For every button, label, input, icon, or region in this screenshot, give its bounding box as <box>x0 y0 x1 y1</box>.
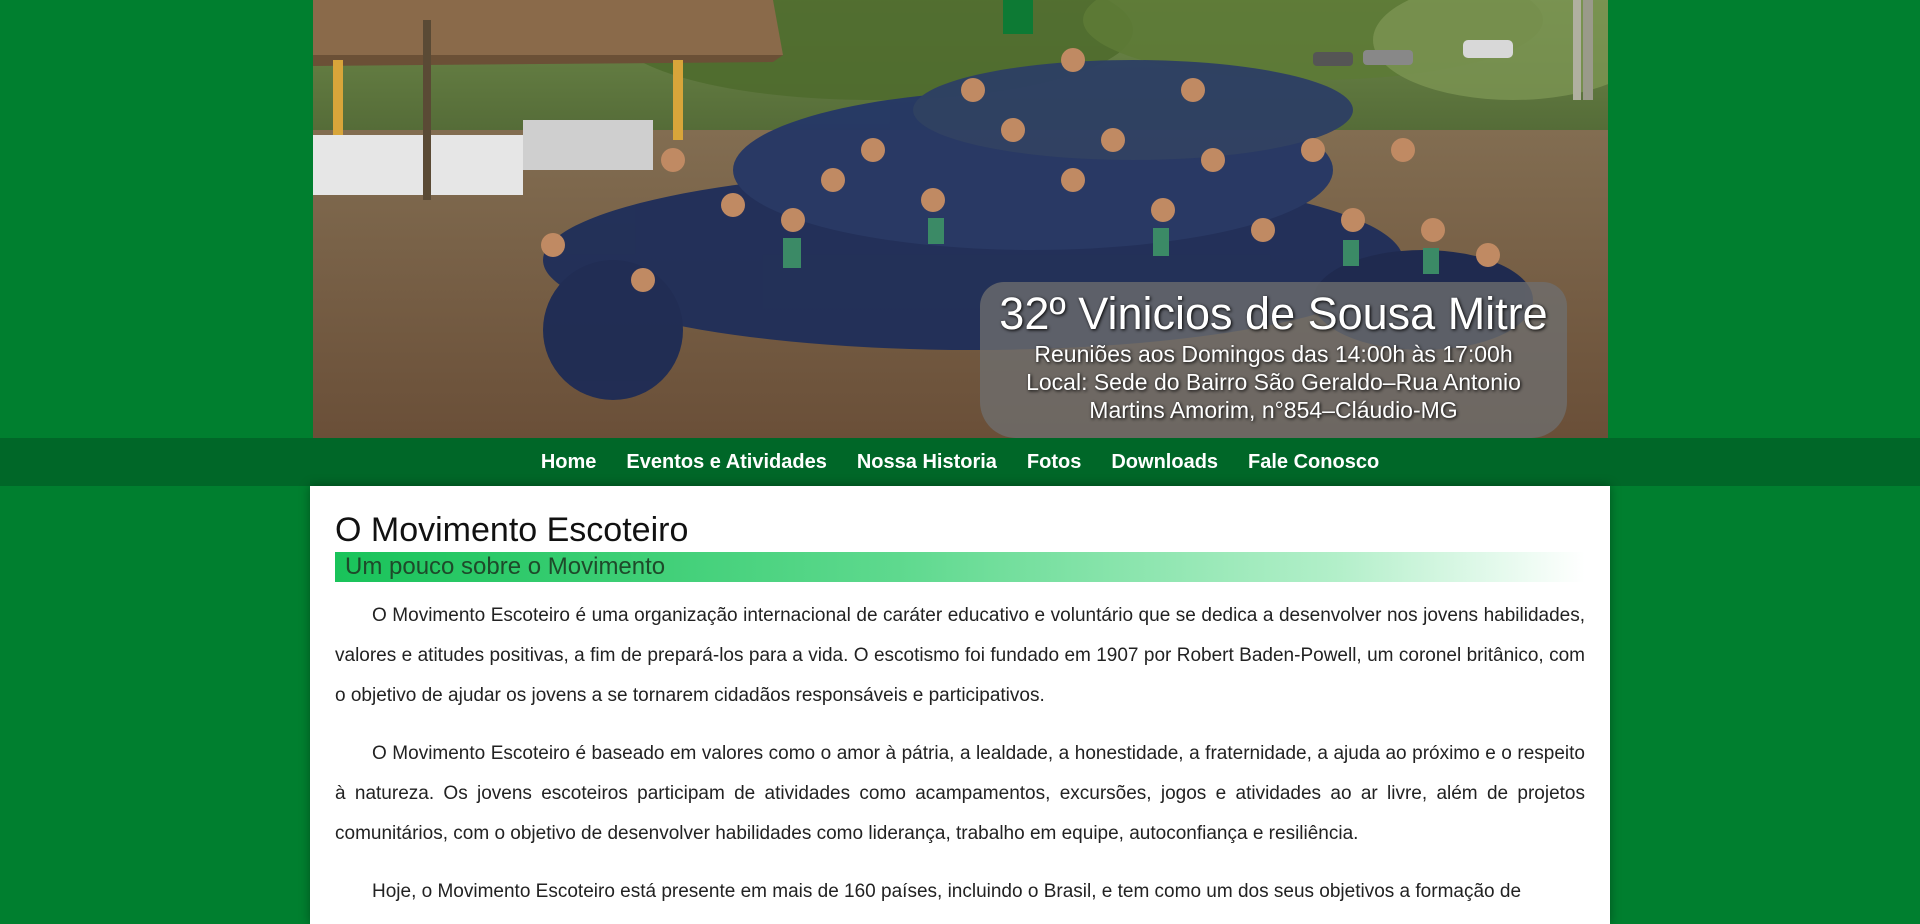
content-panel: O Movimento Escoteiro Um pouco sobre o M… <box>310 486 1610 924</box>
meeting-schedule: Reuniões aos Domingos das 14:00h às 17:0… <box>1034 341 1513 367</box>
location-line-1: Local: Sede do Bairro São Geraldo–Rua An… <box>1026 369 1521 395</box>
nav-item-historia[interactable]: Nossa Historia <box>842 451 1012 474</box>
location-line-2: Martins Amorim, n°854–Cláudio-MG <box>1089 397 1458 423</box>
section-subtitle: Um pouco sobre o Movimento <box>335 552 1585 582</box>
page-title: O Movimento Escoteiro <box>335 511 689 549</box>
paragraph-1: O Movimento Escoteiro é uma organização … <box>335 605 1585 706</box>
nav-item-contato[interactable]: Fale Conosco <box>1233 451 1394 474</box>
nav-item-home[interactable]: Home <box>526 451 612 474</box>
nav-item-downloads[interactable]: Downloads <box>1096 451 1233 474</box>
header-banner: 32º Vinicios de Sousa Mitre Reuniões aos… <box>313 0 1608 438</box>
paragraph-3: Hoje, o Movimento Escoteiro está present… <box>372 881 1522 902</box>
nav-item-fotos[interactable]: Fotos <box>1012 451 1096 474</box>
site-title: 32º Vinicios de Sousa Mitre <box>999 288 1548 339</box>
page: 32º Vinicios de Sousa Mitre Reuniões aos… <box>0 0 1920 924</box>
nav-item-eventos[interactable]: Eventos e Atividades <box>611 451 841 474</box>
paragraph-2: O Movimento Escoteiro é baseado em valor… <box>335 743 1585 844</box>
banner-overlay: 32º Vinicios de Sousa Mitre Reuniões aos… <box>980 282 1567 438</box>
main-nav: Home Eventos e Atividades Nossa Historia… <box>0 438 1920 486</box>
